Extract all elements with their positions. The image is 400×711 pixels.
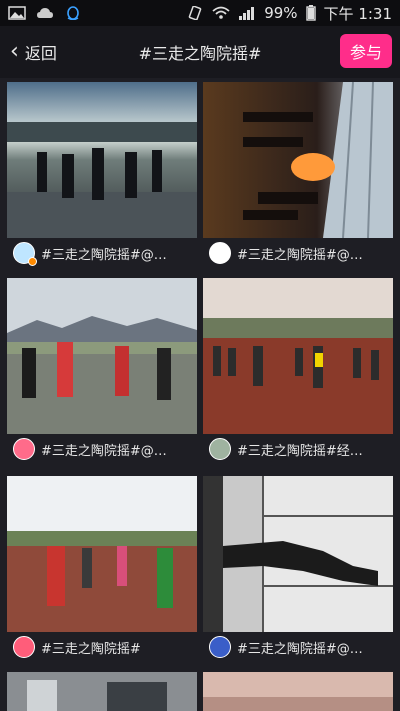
clock: 下午 1:31 xyxy=(323,4,392,23)
qq-icon xyxy=(67,6,79,20)
video-info-bar: #三走之陶院摇#经… xyxy=(203,434,393,464)
image-icon xyxy=(8,6,26,20)
video-card[interactable]: #三走之陶院摇# xyxy=(7,476,197,662)
wifi-icon xyxy=(212,6,230,19)
video-info-bar: #三走之陶院摇# xyxy=(7,632,197,662)
join-button[interactable]: 参与 xyxy=(340,34,392,68)
back-label: 返回 xyxy=(24,44,57,63)
avatar xyxy=(13,636,35,658)
chevron-left-icon: ‹ xyxy=(10,39,19,64)
avatar xyxy=(209,636,231,658)
video-thumbnail xyxy=(203,672,393,711)
verified-icon xyxy=(28,257,37,266)
video-thumbnail xyxy=(203,82,393,238)
cloud-icon xyxy=(37,8,53,18)
video-thumbnail xyxy=(7,82,197,238)
video-info-bar: #三走之陶院摇#@… xyxy=(203,238,393,268)
video-thumbnail xyxy=(203,476,393,632)
avatar xyxy=(209,242,231,264)
video-thumbnail xyxy=(203,278,393,434)
signal-icon xyxy=(239,7,255,20)
video-info-bar: #三走之陶院摇#@… xyxy=(7,238,197,268)
video-caption: #三走之陶院摇#@… xyxy=(237,641,363,657)
vibrate-icon xyxy=(188,6,202,20)
back-button[interactable]: ‹ 返回 xyxy=(10,26,57,78)
video-card[interactable] xyxy=(203,672,393,711)
status-bar: 99% 下午 1:31 xyxy=(0,0,400,26)
video-card[interactable]: #三走之陶院摇#@… xyxy=(7,278,197,464)
video-card[interactable]: #三走之陶院摇#@… xyxy=(7,82,197,268)
video-card[interactable] xyxy=(7,672,197,711)
video-card[interactable]: #三走之陶院摇#@… xyxy=(203,476,393,662)
header: #三走之陶院摇# ‹ 返回 参与 xyxy=(0,26,400,78)
video-thumbnail xyxy=(7,278,197,434)
avatar xyxy=(13,242,37,266)
video-thumbnail xyxy=(7,672,197,711)
video-caption: #三走之陶院摇#@… xyxy=(41,443,167,459)
video-caption: #三走之陶院摇#@… xyxy=(237,247,363,263)
video-caption: #三走之陶院摇#经… xyxy=(237,443,363,459)
video-info-bar: #三走之陶院摇#@… xyxy=(7,434,197,464)
avatar xyxy=(209,438,231,460)
video-grid: #三走之陶院摇#@… #三走之陶院摇#@… #三走之陶院摇#@… #三走之陶院摇… xyxy=(0,78,400,711)
video-caption: #三走之陶院摇# xyxy=(41,641,141,657)
video-card[interactable]: #三走之陶院摇#@… xyxy=(203,82,393,268)
video-info-bar: #三走之陶院摇#@… xyxy=(203,632,393,662)
battery-percent: 99% xyxy=(264,4,298,22)
battery-icon xyxy=(305,5,316,21)
video-card[interactable]: #三走之陶院摇#经… xyxy=(203,278,393,464)
video-caption: #三走之陶院摇#@… xyxy=(41,247,167,263)
avatar xyxy=(13,438,35,460)
video-thumbnail xyxy=(7,476,197,632)
